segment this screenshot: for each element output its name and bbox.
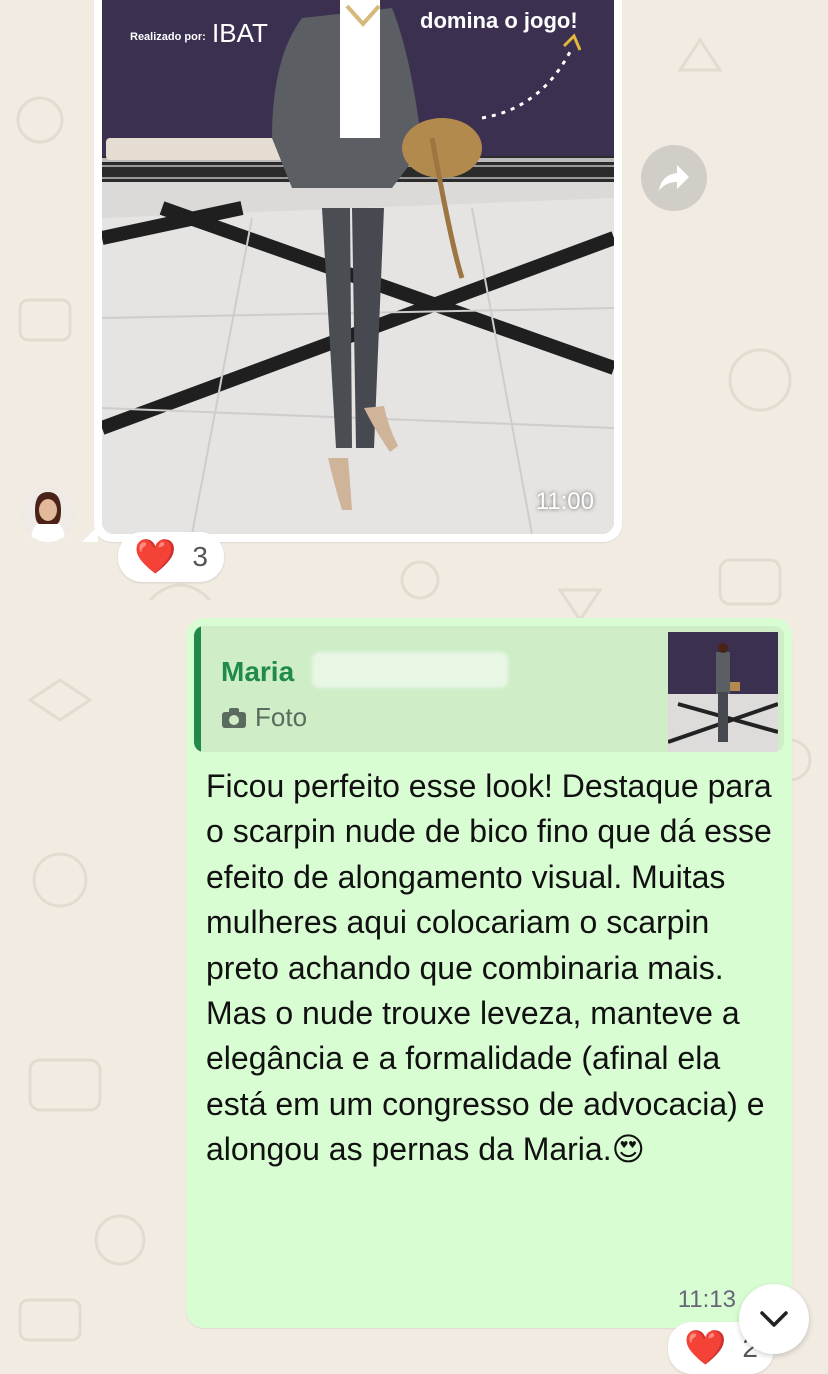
shared-photo[interactable]: Realizado por: IBAT domina o jogo! 11:00 [102, 0, 614, 534]
photo-reaction[interactable]: ❤️ 3 [118, 532, 224, 582]
outgoing-reply-message[interactable]: Maria Foto Ficou perfeito esse look! Des… [186, 618, 792, 1328]
quoted-media-type: Foto [221, 702, 307, 733]
avatar-image [21, 488, 75, 542]
photo-image: Realizado por: IBAT domina o jogo! [102, 0, 614, 534]
thumbnail-image [668, 632, 778, 752]
banner-sponsor-label: Realizado por: [130, 31, 206, 43]
chevron-down-icon [760, 1311, 788, 1327]
heart-icon: ❤️ [684, 1329, 727, 1367]
forward-arrow-icon [659, 165, 689, 191]
message-body: Ficou perfeito esse look! Destaque para … [206, 764, 778, 1173]
quoted-media-label: Foto [255, 702, 308, 732]
incoming-photo-message[interactable]: Realizado por: IBAT domina o jogo! 11:00 [82, 0, 622, 542]
quoted-author: Maria [221, 656, 295, 687]
photo-timestamp: 11:00 [535, 488, 594, 515]
heart-icon: ❤️ [134, 538, 177, 576]
banner-sponsor: IBAT [212, 18, 268, 48]
bubble-tail [82, 526, 98, 542]
heart-eyes-emoji: 😍 [611, 1131, 645, 1168]
quoted-message[interactable]: Maria Foto [194, 626, 784, 752]
message-text: Ficou perfeito esse look! Destaque para … [206, 768, 772, 1168]
camera-icon [222, 707, 246, 728]
sender-avatar[interactable] [21, 488, 75, 542]
reaction-count: 3 [192, 541, 208, 572]
scroll-to-bottom-button[interactable] [739, 1284, 809, 1354]
redacted-surname [312, 652, 508, 688]
message-timestamp: 11:13 [677, 1286, 736, 1313]
quote-accent-bar [194, 626, 201, 752]
forward-button[interactable] [641, 145, 707, 211]
quoted-photo-thumbnail [668, 632, 778, 752]
banner-tagline: domina o jogo! [420, 8, 578, 33]
